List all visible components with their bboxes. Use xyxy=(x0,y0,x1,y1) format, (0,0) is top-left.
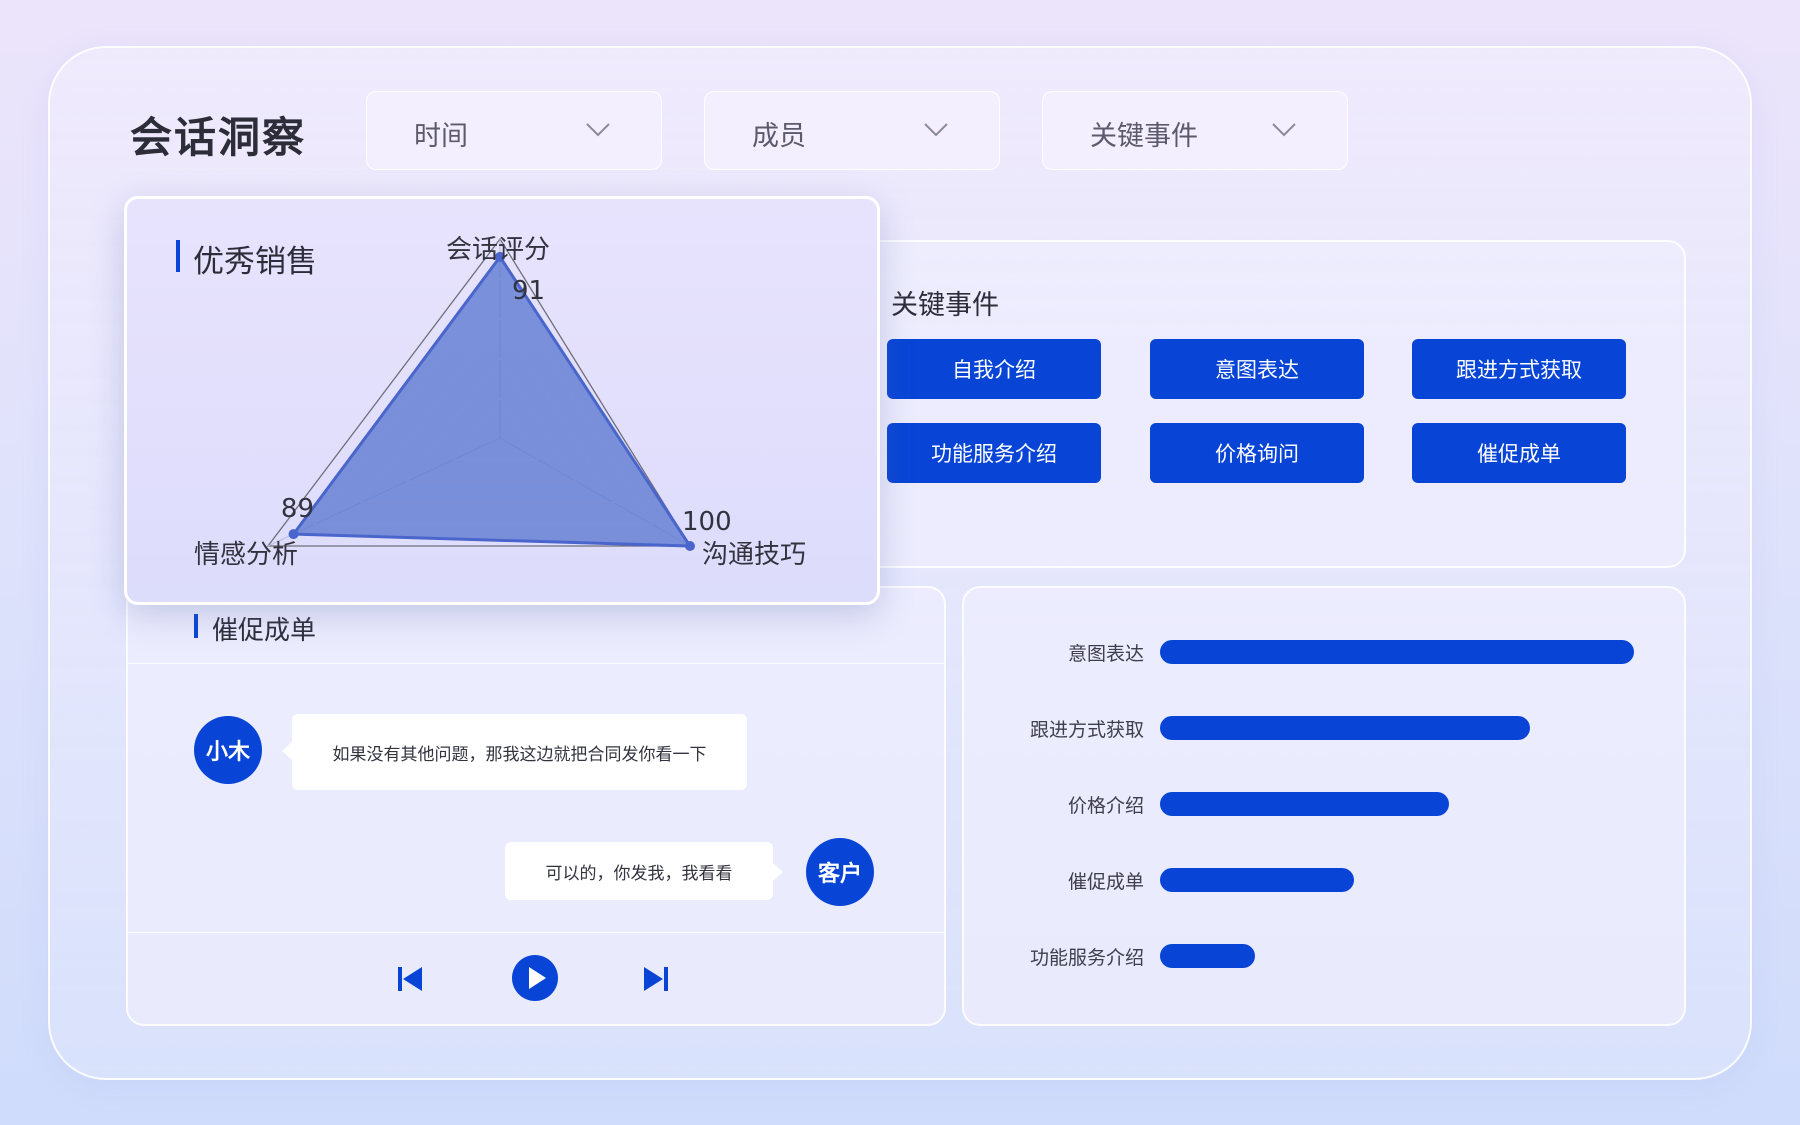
bar-fill xyxy=(1160,944,1255,968)
bar-label: 催促成单 xyxy=(1067,871,1144,893)
divider xyxy=(128,663,944,664)
bar-label: 功能服务介绍 xyxy=(1029,947,1144,969)
radar-value-label: 100 xyxy=(682,507,732,537)
member-filter-dropdown[interactable]: 成员 xyxy=(704,91,1000,170)
bar-track xyxy=(1160,944,1634,968)
bar-label: 意图表达 xyxy=(1067,643,1144,665)
radar-axis-label: 情感分析 xyxy=(194,540,298,570)
bar-fill xyxy=(1160,640,1634,664)
agent-message-bubble: 如果没有其他问题，那我这边就把合同发你看一下 xyxy=(282,714,747,790)
radar-chart: 会话评分 91 沟通技巧100 情感分析 89 xyxy=(194,235,806,570)
bar-track xyxy=(1160,716,1634,740)
event-intent-button[interactable]: 意图表达 xyxy=(1150,339,1364,399)
bar-track xyxy=(1160,792,1634,816)
time-filter-dropdown[interactable]: 时间 xyxy=(366,91,662,170)
key-event-filter-dropdown[interactable]: 关键事件 xyxy=(1042,91,1348,170)
customer-message-bubble: 可以的，你发我，我看看 xyxy=(505,842,783,900)
page-title: 会话洞察 xyxy=(130,113,307,162)
event-price-inquiry-button[interactable]: 价格询问 xyxy=(1150,423,1364,483)
event-closing-push-button[interactable]: 催促成单 xyxy=(1412,423,1626,483)
bar-fill xyxy=(1160,868,1355,892)
radar-data-point xyxy=(288,529,299,540)
conversation-title: 催促成单 xyxy=(212,616,317,646)
key-events-title: 关键事件 xyxy=(891,290,999,321)
radar-value-label: 91 xyxy=(512,276,545,306)
customer-avatar: 客户 xyxy=(806,838,874,906)
previous-track-icon[interactable] xyxy=(396,965,424,993)
radar-axis-label: 会话评分 xyxy=(446,235,550,265)
chevron-down-icon xyxy=(924,123,948,137)
event-followup-method-button[interactable]: 跟进方式获取 xyxy=(1412,339,1626,399)
bar-label: 价格介绍 xyxy=(1067,795,1144,817)
radar-axis-label: 沟通技巧 xyxy=(702,540,806,570)
bar-track xyxy=(1160,868,1634,892)
key-event-filter-label: 关键事件 xyxy=(1090,121,1198,152)
play-icon[interactable] xyxy=(511,954,559,1002)
divider xyxy=(128,932,944,933)
event-self-intro-button[interactable]: 自我介绍 xyxy=(887,339,1101,399)
event-feature-service-button[interactable]: 功能服务介绍 xyxy=(887,423,1101,483)
chevron-down-icon xyxy=(1272,123,1296,137)
radar-data-point xyxy=(685,541,695,551)
radar-value-label: 89 xyxy=(281,494,314,524)
agent-avatar: 小木 xyxy=(194,716,262,784)
next-track-icon[interactable] xyxy=(642,965,670,993)
chevron-down-icon xyxy=(586,123,610,137)
section-accent-bar xyxy=(194,614,198,638)
bar-fill xyxy=(1160,716,1530,740)
member-filter-label: 成员 xyxy=(752,121,806,152)
bar-label: 跟进方式获取 xyxy=(1029,719,1144,741)
bar-fill xyxy=(1160,792,1450,816)
bar-track xyxy=(1160,640,1634,664)
time-filter-label: 时间 xyxy=(414,121,468,152)
